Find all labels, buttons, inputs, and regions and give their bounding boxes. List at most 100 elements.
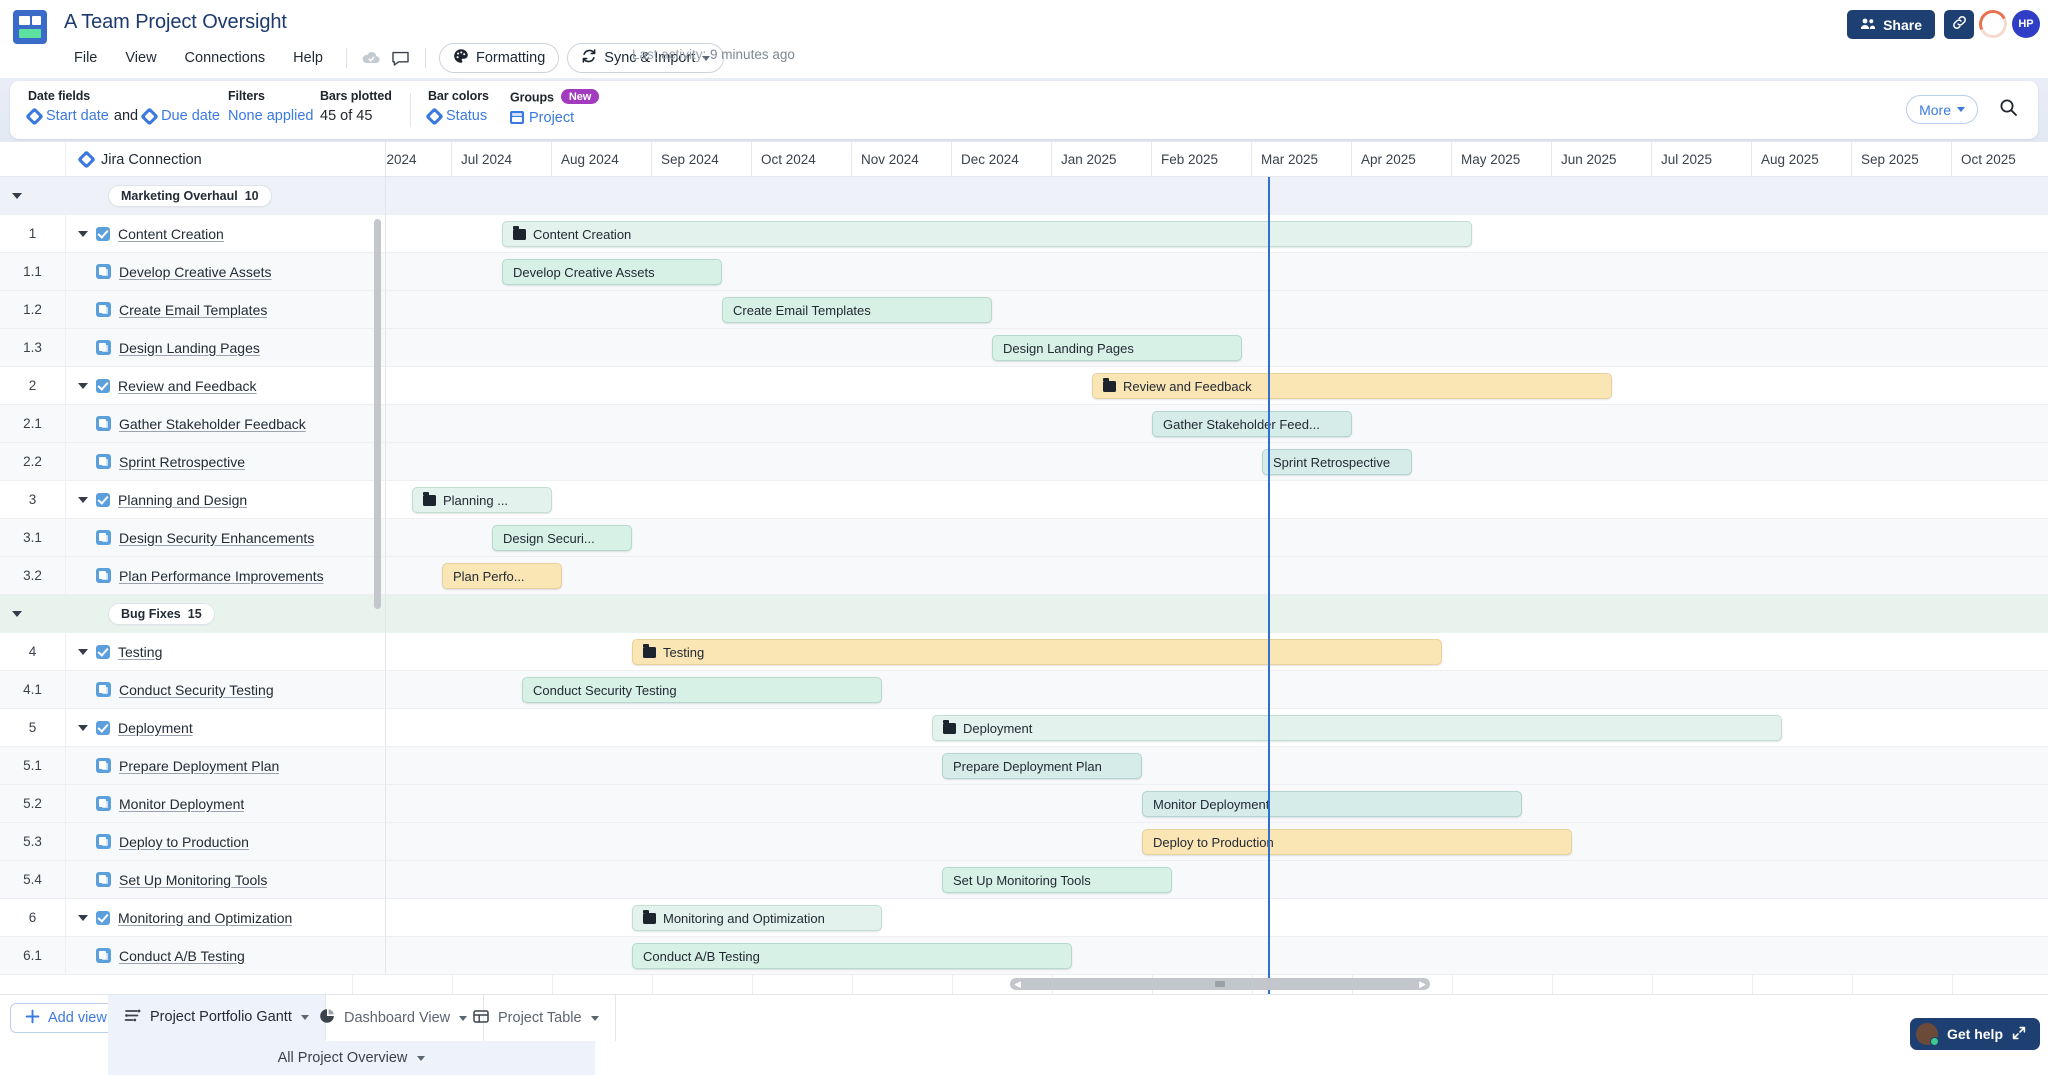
filters-value[interactable]: None applied (228, 108, 313, 124)
table-row[interactable]: 1.1Develop Creative Assets (0, 253, 2048, 291)
task-checkbox[interactable] (96, 379, 110, 393)
get-help-button[interactable]: Get help (1910, 1018, 2040, 1050)
row-name-cell[interactable]: Sprint Retrospective (66, 443, 386, 480)
table-row[interactable]: 3.2Plan Performance Improvements (0, 557, 2048, 595)
task-checkbox[interactable] (96, 721, 110, 735)
task-checkbox[interactable] (96, 911, 110, 925)
formatting-button[interactable]: Formatting (439, 43, 559, 73)
row-collapse-icon[interactable] (78, 649, 88, 655)
row-timeline-cell[interactable] (386, 747, 2048, 784)
table-row[interactable]: 5.2Monitor Deployment (0, 785, 2048, 823)
table-row[interactable]: 1.2Create Email Templates (0, 291, 2048, 329)
row-collapse-icon[interactable] (78, 915, 88, 921)
chevron-down-icon-subtab[interactable] (417, 1056, 425, 1061)
task-name[interactable]: Design Security Enhancements (119, 530, 314, 546)
task-name[interactable]: Deploy to Production (119, 834, 249, 850)
table-row[interactable]: 4.1Conduct Security Testing (0, 671, 2048, 709)
gantt-bar[interactable]: Content Creation (502, 221, 1472, 247)
row-name-cell[interactable]: Develop Creative Assets (66, 253, 386, 290)
search-button[interactable] (1994, 96, 2022, 124)
task-name[interactable]: Testing (118, 644, 162, 660)
gantt-bar[interactable]: Monitor Deployment (1142, 791, 1522, 817)
row-name-cell[interactable]: Content Creation (66, 215, 386, 252)
row-name-cell[interactable]: Create Email Templates (66, 291, 386, 328)
gantt-bar[interactable]: Planning ... (412, 487, 552, 513)
task-checkbox[interactable] (96, 645, 110, 659)
task-name[interactable]: Plan Performance Improvements (119, 568, 324, 584)
row-name-cell[interactable]: Design Security Enhancements (66, 519, 386, 556)
row-name-cell[interactable]: Design Landing Pages (66, 329, 386, 366)
row-name-cell[interactable]: Deploy to Production (66, 823, 386, 860)
scroll-left-arrow[interactable]: ◀ (1014, 979, 1021, 990)
chevron-down-icon-tab3[interactable] (591, 1016, 599, 1021)
task-name[interactable]: Review and Feedback (118, 378, 257, 394)
row-timeline-cell[interactable] (386, 519, 2048, 556)
group-header-row[interactable]: Marketing Overhaul10 (0, 177, 2048, 215)
task-name[interactable]: Design Landing Pages (119, 340, 260, 356)
due-date-value[interactable]: Due date (161, 108, 220, 124)
gantt-bar[interactable]: Develop Creative Assets (502, 259, 722, 285)
gantt-bar[interactable]: Monitoring and Optimization (632, 905, 882, 931)
task-name[interactable]: Gather Stakeholder Feedback (119, 416, 306, 432)
subtab-all-project-overview[interactable]: All Project Overview (108, 1041, 595, 1075)
gantt-bar[interactable]: Design Securi... (492, 525, 632, 551)
task-name[interactable]: Conduct A/B Testing (119, 948, 245, 964)
row-collapse-icon[interactable] (78, 383, 88, 389)
row-name-cell[interactable]: Review and Feedback (66, 367, 386, 404)
row-name-cell[interactable]: Planning and Design (66, 481, 386, 518)
menu-item-file[interactable]: File (60, 46, 111, 70)
table-row[interactable]: 6Monitoring and Optimization (0, 899, 2048, 937)
row-timeline-cell[interactable] (386, 557, 2048, 594)
row-name-cell[interactable]: Monitor Deployment (66, 785, 386, 822)
task-name[interactable]: Monitoring and Optimization (118, 910, 292, 926)
task-name[interactable]: Deployment (118, 720, 193, 736)
start-date-value[interactable]: Start date (46, 108, 109, 124)
task-name[interactable]: Sprint Retrospective (119, 454, 245, 470)
task-name[interactable]: Set Up Monitoring Tools (119, 872, 267, 888)
row-name-cell[interactable]: Deployment (66, 709, 386, 746)
gantt-bar[interactable]: Create Email Templates (722, 297, 992, 323)
table-row[interactable]: 2.1Gather Stakeholder Feedback (0, 405, 2048, 443)
row-name-cell[interactable]: Monitoring and Optimization (66, 899, 386, 936)
group-collapse-icon[interactable] (12, 193, 22, 199)
task-checkbox[interactable] (96, 493, 110, 507)
row-name-cell[interactable]: Testing (66, 633, 386, 670)
scroll-right-arrow[interactable]: ▶ (1419, 979, 1426, 990)
row-name-cell[interactable]: Prepare Deployment Plan (66, 747, 386, 784)
share-button[interactable]: Share (1847, 10, 1935, 39)
task-name[interactable]: Create Email Templates (119, 302, 267, 318)
gantt-bar[interactable]: Testing (632, 639, 1442, 665)
gantt-bar[interactable]: Deployment (932, 715, 1782, 741)
task-name[interactable]: Conduct Security Testing (119, 682, 274, 698)
timeline-horizontal-scrollbar[interactable]: ◀ ▶ (1010, 978, 1430, 990)
gantt-bar[interactable]: Design Landing Pages (992, 335, 1242, 361)
gantt-bar[interactable]: Set Up Monitoring Tools (942, 867, 1172, 893)
copy-link-button[interactable] (1944, 10, 1974, 39)
group-collapse-icon[interactable] (12, 611, 22, 617)
row-collapse-icon[interactable] (78, 497, 88, 503)
row-name-cell[interactable]: Conduct Security Testing (66, 671, 386, 708)
menu-item-help[interactable]: Help (279, 46, 337, 70)
menu-item-view[interactable]: View (111, 46, 170, 70)
add-view-button[interactable]: Add view (10, 1003, 122, 1033)
table-row[interactable]: 3.1Design Security Enhancements (0, 519, 2048, 557)
more-button[interactable]: More (1906, 95, 1978, 124)
table-row[interactable]: 2Review and Feedback (0, 367, 2048, 405)
row-collapse-icon[interactable] (78, 725, 88, 731)
gantt-bar[interactable]: Deploy to Production (1142, 829, 1572, 855)
table-row[interactable]: 2.2Sprint Retrospective (0, 443, 2048, 481)
tab-project-portfolio-gantt[interactable]: Project Portfolio Gantt (108, 995, 326, 1041)
task-name[interactable]: Content Creation (118, 226, 224, 242)
comment-icon[interactable] (386, 44, 416, 72)
task-name[interactable]: Prepare Deployment Plan (119, 758, 279, 774)
task-checkbox[interactable] (96, 227, 110, 241)
connection-column-header[interactable]: Jira Connection (66, 142, 386, 177)
task-name[interactable]: Develop Creative Assets (119, 264, 272, 280)
row-name-cell[interactable]: Gather Stakeholder Feedback (66, 405, 386, 442)
app-logo-icon[interactable] (13, 10, 47, 44)
gantt-bar[interactable]: Review and Feedback (1092, 373, 1612, 399)
gantt-bar[interactable]: Plan Perfo... (442, 563, 562, 589)
menu-item-connections[interactable]: Connections (171, 46, 280, 70)
row-collapse-icon[interactable] (78, 231, 88, 237)
task-name[interactable]: Monitor Deployment (119, 796, 244, 812)
